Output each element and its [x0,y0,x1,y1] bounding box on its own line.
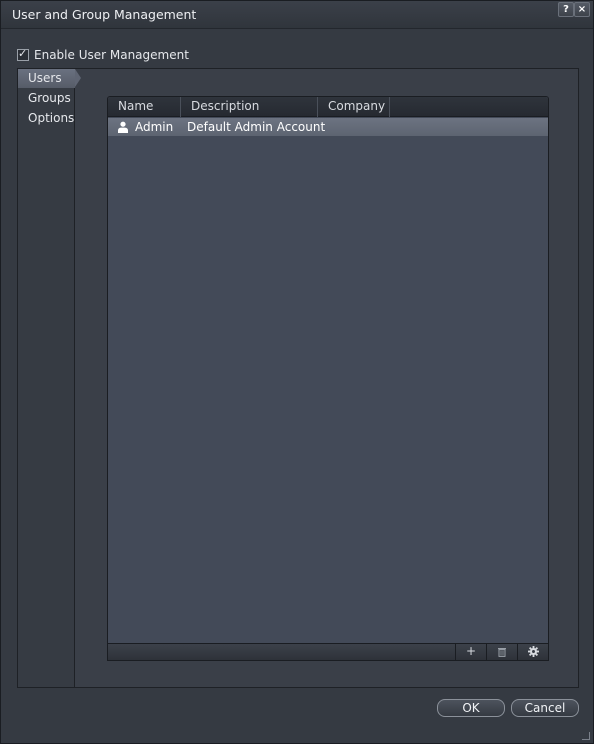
column-header-name[interactable]: Name [108,97,181,117]
users-table[interactable]: Name Description Company Admin Default A… [107,96,549,644]
section-nav: Users Groups Options [18,69,81,687]
cell-name: Admin [135,120,174,134]
help-button[interactable]: ? [558,2,574,17]
user-group-management-dialog: User and Group Management ? × ✓ Enable U… [0,0,594,744]
table-header: Name Description Company [108,97,548,117]
trash-icon [498,648,506,657]
gear-icon [527,646,539,657]
nav-item-options[interactable]: Options [18,109,75,128]
enable-user-management-row[interactable]: ✓ Enable User Management [17,47,189,63]
enable-user-management-checkbox[interactable]: ✓ [17,47,29,61]
checkmark-icon: ✓ [18,47,28,60]
title-bar[interactable]: User and Group Management ? × [1,1,593,29]
ok-button[interactable]: OK [437,699,505,717]
window-title: User and Group Management [12,7,197,22]
management-panel: Users Groups Options Name Description Co… [17,68,579,688]
cancel-button[interactable]: Cancel [511,699,579,717]
nav-item-users[interactable]: Users [18,69,81,88]
user-icon [118,121,128,133]
close-button[interactable]: × [574,2,590,17]
enable-user-management-label[interactable]: Enable User Management [34,48,189,62]
column-header-description[interactable]: Description [181,97,318,117]
column-header-company[interactable]: Company [318,97,390,117]
table-row[interactable]: Admin Default Admin Account [108,118,548,136]
nav-item-groups[interactable]: Groups [18,89,75,108]
resize-grip[interactable] [582,732,590,740]
add-user-button[interactable]: + [455,644,486,660]
settings-button[interactable] [517,644,548,660]
delete-user-button[interactable] [486,644,517,660]
table-toolbar: + [107,643,549,661]
cell-description: Default Admin Account [187,120,326,134]
